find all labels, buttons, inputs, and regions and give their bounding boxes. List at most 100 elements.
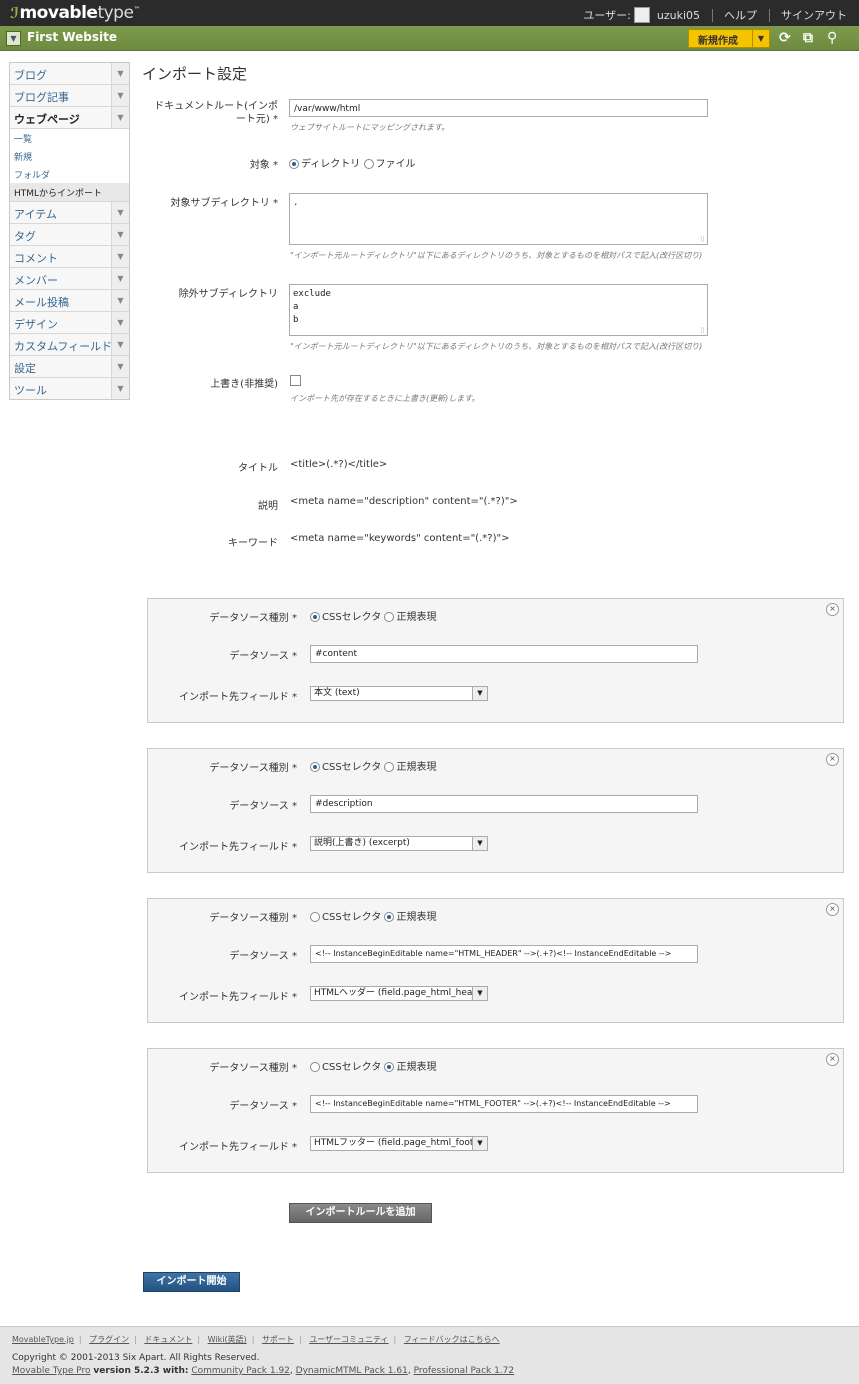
sidebar-item-assets[interactable]: アイテム ▼: [10, 202, 129, 224]
sidebar-item-settings[interactable]: 設定 ▼: [10, 356, 129, 378]
sidebar-item-custom-fields[interactable]: カスタムフィールド ▼: [10, 334, 129, 356]
keywords-label: キーワード: [228, 538, 278, 549]
sidebar-subitem-list[interactable]: 一覧: [10, 129, 129, 147]
chevron-down-icon[interactable]: ▼: [111, 224, 129, 245]
help-link[interactable]: ヘルプ: [724, 7, 757, 23]
chevron-down-icon[interactable]: ▼: [111, 63, 129, 84]
target-directory-radio[interactable]: [289, 159, 299, 169]
resize-grip-icon[interactable]: ⠿: [700, 328, 705, 335]
sidebar-item-comments[interactable]: コメント ▼: [10, 246, 129, 268]
exclude-hint: "インポート元ルートディレクトリ"以下にあるディレクトリのうち、対象とするものを…: [290, 342, 703, 351]
overwrite-hint: インポート先が存在するときに上書き(更新)します。: [290, 394, 480, 403]
datasource-input[interactable]: #description: [310, 795, 698, 813]
divider: [768, 8, 770, 22]
site-menu-toggle-icon[interactable]: ▼: [6, 31, 21, 46]
regex-label: 正規表現: [396, 762, 437, 773]
chevron-down-icon[interactable]: ▼: [111, 334, 129, 355]
regex-radio[interactable]: [384, 762, 395, 772]
user-avatar[interactable]: [634, 7, 651, 23]
sidebar-item-design[interactable]: デザイン ▼: [10, 312, 129, 334]
footer-link-feedback[interactable]: フィードバックはこちらへ: [404, 1335, 500, 1344]
target-field-select[interactable]: 本文 (text) ▼: [310, 686, 488, 701]
close-icon[interactable]: ×: [826, 603, 839, 616]
view-site-icon[interactable]: ⧉: [803, 30, 813, 46]
close-icon[interactable]: ×: [826, 903, 839, 916]
css-selector-radio[interactable]: [310, 762, 320, 772]
sidebar-subitem-import-html[interactable]: HTMLからインポート: [10, 183, 129, 201]
footer-link-support[interactable]: サポート: [262, 1335, 294, 1344]
css-selector-radio[interactable]: [310, 1062, 320, 1072]
datasource-input[interactable]: <!-- InstanceBeginEditable name="HTML_HE…: [310, 945, 698, 963]
site-bar: ▼ First Website 新規作成 ▼ ⟳ ⧉ ⚲: [0, 26, 859, 51]
chevron-down-icon[interactable]: ▼: [752, 30, 769, 47]
datasource-input[interactable]: #content: [310, 645, 698, 663]
regex-radio[interactable]: [384, 612, 395, 622]
footer-link-movabletype[interactable]: MovableType.jp: [12, 1335, 74, 1344]
footer: MovableType.jp | プラグイン | ドキュメント | Wiki(英語) |…: [0, 1326, 859, 1384]
doc-root-input[interactable]: /var/www/html: [289, 99, 708, 117]
product-link[interactable]: Movable Type Pro: [12, 1366, 91, 1376]
footer-link-docs[interactable]: ドキュメント: [144, 1335, 192, 1344]
footer-link-community[interactable]: ユーザーコミュニティ: [309, 1335, 388, 1344]
start-import-button[interactable]: インポート開始: [143, 1272, 240, 1292]
chevron-down-icon[interactable]: ▼: [111, 202, 129, 223]
site-name[interactable]: First Website: [27, 30, 117, 44]
regex-label: 正規表現: [396, 612, 437, 623]
sidebar-item-tags[interactable]: タグ ▼: [10, 224, 129, 246]
resize-grip-icon[interactable]: ⠿: [700, 237, 705, 244]
chevron-down-icon[interactable]: ▼: [111, 312, 129, 333]
regex-radio[interactable]: [384, 1062, 395, 1072]
chevron-down-icon[interactable]: ▼: [472, 1137, 487, 1150]
chevron-down-icon[interactable]: ▼: [472, 687, 487, 700]
sidebar-item-blog[interactable]: ブログ ▼: [10, 63, 129, 85]
sidebar-item-members[interactable]: メンバー ▼: [10, 268, 129, 290]
sidebar-item-webpages[interactable]: ウェブページ ▼: [10, 107, 129, 129]
sidebar-item-tools[interactable]: ツール ▼: [10, 378, 129, 399]
css-selector-radio[interactable]: [310, 912, 320, 922]
chevron-down-icon[interactable]: ▼: [111, 378, 129, 399]
movabletype-logo[interactable]: ℐmovabletype™: [10, 3, 140, 23]
target-field-select[interactable]: 説明(上書き) (excerpt) ▼: [310, 836, 488, 851]
refresh-icon[interactable]: ⟳: [779, 30, 791, 46]
overwrite-checkbox[interactable]: [290, 375, 301, 386]
signout-link[interactable]: サインアウト: [781, 7, 847, 23]
sidebar-submenu: 一覧 新規 フォルダ HTMLからインポート: [10, 129, 129, 202]
add-import-rule-button[interactable]: インポートルールを追加: [289, 1203, 432, 1223]
pack-link-dynamicmtml[interactable]: DynamicMTML Pack 1.61: [296, 1366, 408, 1376]
search-icon[interactable]: ⚲: [827, 30, 837, 46]
chevron-down-icon[interactable]: ▼: [111, 107, 129, 128]
sidebar-item-entries[interactable]: ブログ記事 ▼: [10, 85, 129, 107]
version-text: version 5.2.3 with:: [93, 1366, 189, 1376]
chevron-down-icon[interactable]: ▼: [111, 268, 129, 289]
chevron-down-icon[interactable]: ▼: [111, 290, 129, 311]
pack-link-community[interactable]: Community Pack 1.92: [191, 1366, 290, 1376]
target-field-select[interactable]: HTMLフッター (field.page_html_footer) ▼: [310, 1136, 488, 1151]
close-icon[interactable]: ×: [826, 1053, 839, 1066]
css-selector-radio[interactable]: [310, 612, 320, 622]
sidebar-subitem-new[interactable]: 新規: [10, 147, 129, 165]
title-label: タイトル: [238, 463, 278, 474]
regex-label: 正規表現: [396, 912, 437, 923]
target-field-select[interactable]: HTMLヘッダー (field.page_html_header) ▼: [310, 986, 488, 1001]
username-link[interactable]: uzuki05: [657, 9, 700, 22]
chevron-down-icon[interactable]: ▼: [111, 356, 129, 377]
new-entry-button[interactable]: 新規作成 ▼: [688, 29, 770, 48]
pack-link-professional[interactable]: Professional Pack 1.72: [414, 1366, 515, 1376]
exclude-textarea[interactable]: exclude a b ⠿: [289, 284, 708, 336]
datasource-input[interactable]: <!-- InstanceBeginEditable name="HTML_FO…: [310, 1095, 698, 1113]
subdir-textarea[interactable]: . ⠿: [289, 193, 708, 245]
footer-link-plugins[interactable]: プラグイン: [89, 1335, 129, 1344]
chevron-down-icon[interactable]: ▼: [111, 246, 129, 267]
target-radio-group: ディレクトリ ファイル: [289, 155, 416, 170]
close-icon[interactable]: ×: [826, 753, 839, 766]
sidebar-item-mail-post[interactable]: メール投稿 ▼: [10, 290, 129, 312]
footer-link-wiki[interactable]: Wiki(英語): [208, 1335, 247, 1344]
target-file-radio[interactable]: [363, 159, 374, 169]
regex-radio[interactable]: [384, 912, 395, 922]
chevron-down-icon[interactable]: ▼: [111, 85, 129, 106]
sidebar-subitem-folder[interactable]: フォルダ: [10, 165, 129, 183]
version-info: Movable Type Pro version 5.2.3 with: Com…: [12, 1366, 515, 1376]
chevron-down-icon[interactable]: ▼: [472, 837, 487, 850]
chevron-down-icon[interactable]: ▼: [472, 987, 487, 1000]
css-selector-label: CSSセレクタ: [322, 912, 382, 923]
